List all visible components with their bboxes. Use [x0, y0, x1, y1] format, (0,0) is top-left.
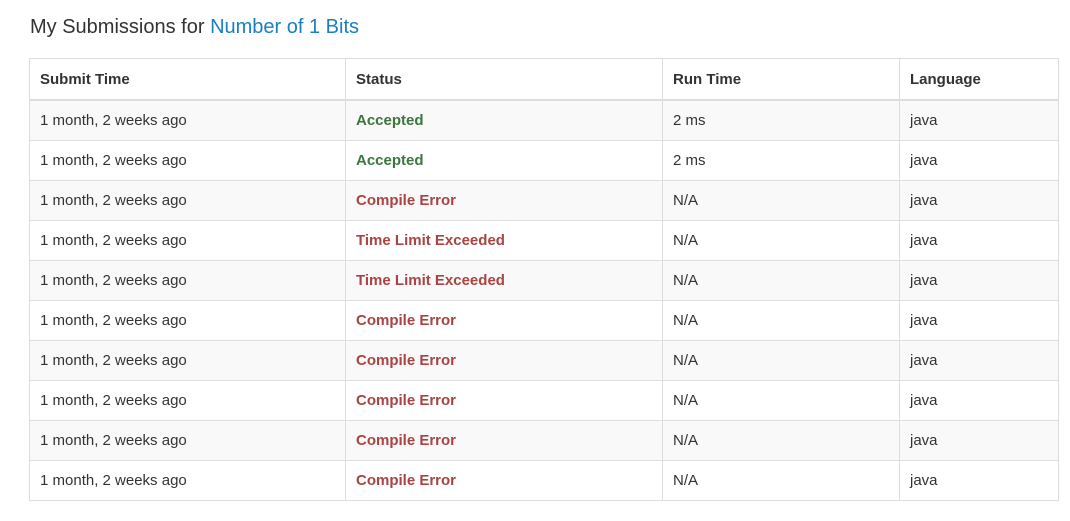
language-cell: java	[899, 220, 1059, 261]
language-cell: java	[899, 180, 1059, 221]
language-cell: java	[899, 420, 1059, 461]
column-header-status: Status	[345, 58, 663, 101]
status-cell: Compile Error	[345, 340, 663, 381]
run-time-cell: N/A	[662, 220, 900, 261]
status-link[interactable]: Compile Error	[356, 432, 456, 449]
column-header-run-time: Run Time	[662, 58, 900, 101]
run-time-cell: 2 ms	[662, 99, 900, 141]
table-row: 1 month, 2 weeks ago Compile Error N/A j…	[29, 300, 1059, 341]
status-link[interactable]: Time Limit Exceeded	[356, 232, 505, 249]
table-row: 1 month, 2 weeks ago Compile Error N/A j…	[29, 380, 1059, 421]
language-cell: java	[899, 340, 1059, 381]
table-row: 1 month, 2 weeks ago Accepted 2 ms java	[29, 140, 1059, 181]
status-cell: Accepted	[345, 140, 663, 181]
submit-time-cell: 1 month, 2 weeks ago	[29, 140, 346, 181]
status-link[interactable]: Time Limit Exceeded	[356, 272, 505, 289]
submissions-page: My Submissions for Number of 1 Bits Subm…	[0, 0, 1070, 521]
status-cell: Accepted	[345, 99, 663, 141]
run-time-cell: N/A	[662, 260, 900, 301]
status-cell: Compile Error	[345, 300, 663, 341]
submit-time-cell: 1 month, 2 weeks ago	[29, 220, 346, 261]
language-cell: java	[899, 380, 1059, 421]
run-time-cell: 2 ms	[662, 140, 900, 181]
column-header-language: Language	[899, 58, 1059, 101]
status-cell: Compile Error	[345, 180, 663, 221]
submit-time-cell: 1 month, 2 weeks ago	[29, 460, 346, 501]
status-link[interactable]: Accepted	[356, 112, 424, 129]
submit-time-cell: 1 month, 2 weeks ago	[29, 99, 346, 141]
submit-time-cell: 1 month, 2 weeks ago	[29, 300, 346, 341]
table-row: 1 month, 2 weeks ago Compile Error N/A j…	[29, 180, 1059, 221]
submit-time-cell: 1 month, 2 weeks ago	[29, 180, 346, 221]
language-cell: java	[899, 260, 1059, 301]
table-row: 1 month, 2 weeks ago Compile Error N/A j…	[29, 420, 1059, 461]
status-link[interactable]: Compile Error	[356, 472, 456, 489]
run-time-cell: N/A	[662, 420, 900, 461]
run-time-cell: N/A	[662, 340, 900, 381]
run-time-cell: N/A	[662, 300, 900, 341]
table-row: 1 month, 2 weeks ago Time Limit Exceeded…	[29, 220, 1059, 261]
table-row: 1 month, 2 weeks ago Compile Error N/A j…	[29, 460, 1059, 501]
status-link[interactable]: Compile Error	[356, 192, 456, 209]
status-link[interactable]: Compile Error	[356, 312, 456, 329]
status-cell: Time Limit Exceeded	[345, 220, 663, 261]
run-time-cell: N/A	[662, 380, 900, 421]
submit-time-cell: 1 month, 2 weeks ago	[29, 340, 346, 381]
table-header-row: Submit Time Status Run Time Language	[29, 58, 1059, 101]
table-row: 1 month, 2 weeks ago Compile Error N/A j…	[29, 340, 1059, 381]
language-cell: java	[899, 140, 1059, 181]
submissions-table: Submit Time Status Run Time Language 1 m…	[29, 58, 1059, 501]
status-cell: Compile Error	[345, 380, 663, 421]
submit-time-cell: 1 month, 2 weeks ago	[29, 260, 346, 301]
status-link[interactable]: Accepted	[356, 152, 424, 169]
run-time-cell: N/A	[662, 460, 900, 501]
language-cell: java	[899, 99, 1059, 141]
language-cell: java	[899, 460, 1059, 501]
status-cell: Compile Error	[345, 460, 663, 501]
status-link[interactable]: Compile Error	[356, 392, 456, 409]
submit-time-cell: 1 month, 2 weeks ago	[29, 380, 346, 421]
status-cell: Compile Error	[345, 420, 663, 461]
page-title: My Submissions for Number of 1 Bits	[30, 13, 359, 41]
column-header-submit-time: Submit Time	[29, 58, 346, 101]
problem-title-link[interactable]: Number of 1 Bits	[210, 16, 359, 38]
submit-time-cell: 1 month, 2 weeks ago	[29, 420, 346, 461]
run-time-cell: N/A	[662, 180, 900, 221]
language-cell: java	[899, 300, 1059, 341]
table-row: 1 month, 2 weeks ago Accepted 2 ms java	[29, 99, 1059, 141]
table-row: 1 month, 2 weeks ago Time Limit Exceeded…	[29, 260, 1059, 301]
status-cell: Time Limit Exceeded	[345, 260, 663, 301]
page-title-prefix: My Submissions for	[30, 16, 205, 38]
status-link[interactable]: Compile Error	[356, 352, 456, 369]
